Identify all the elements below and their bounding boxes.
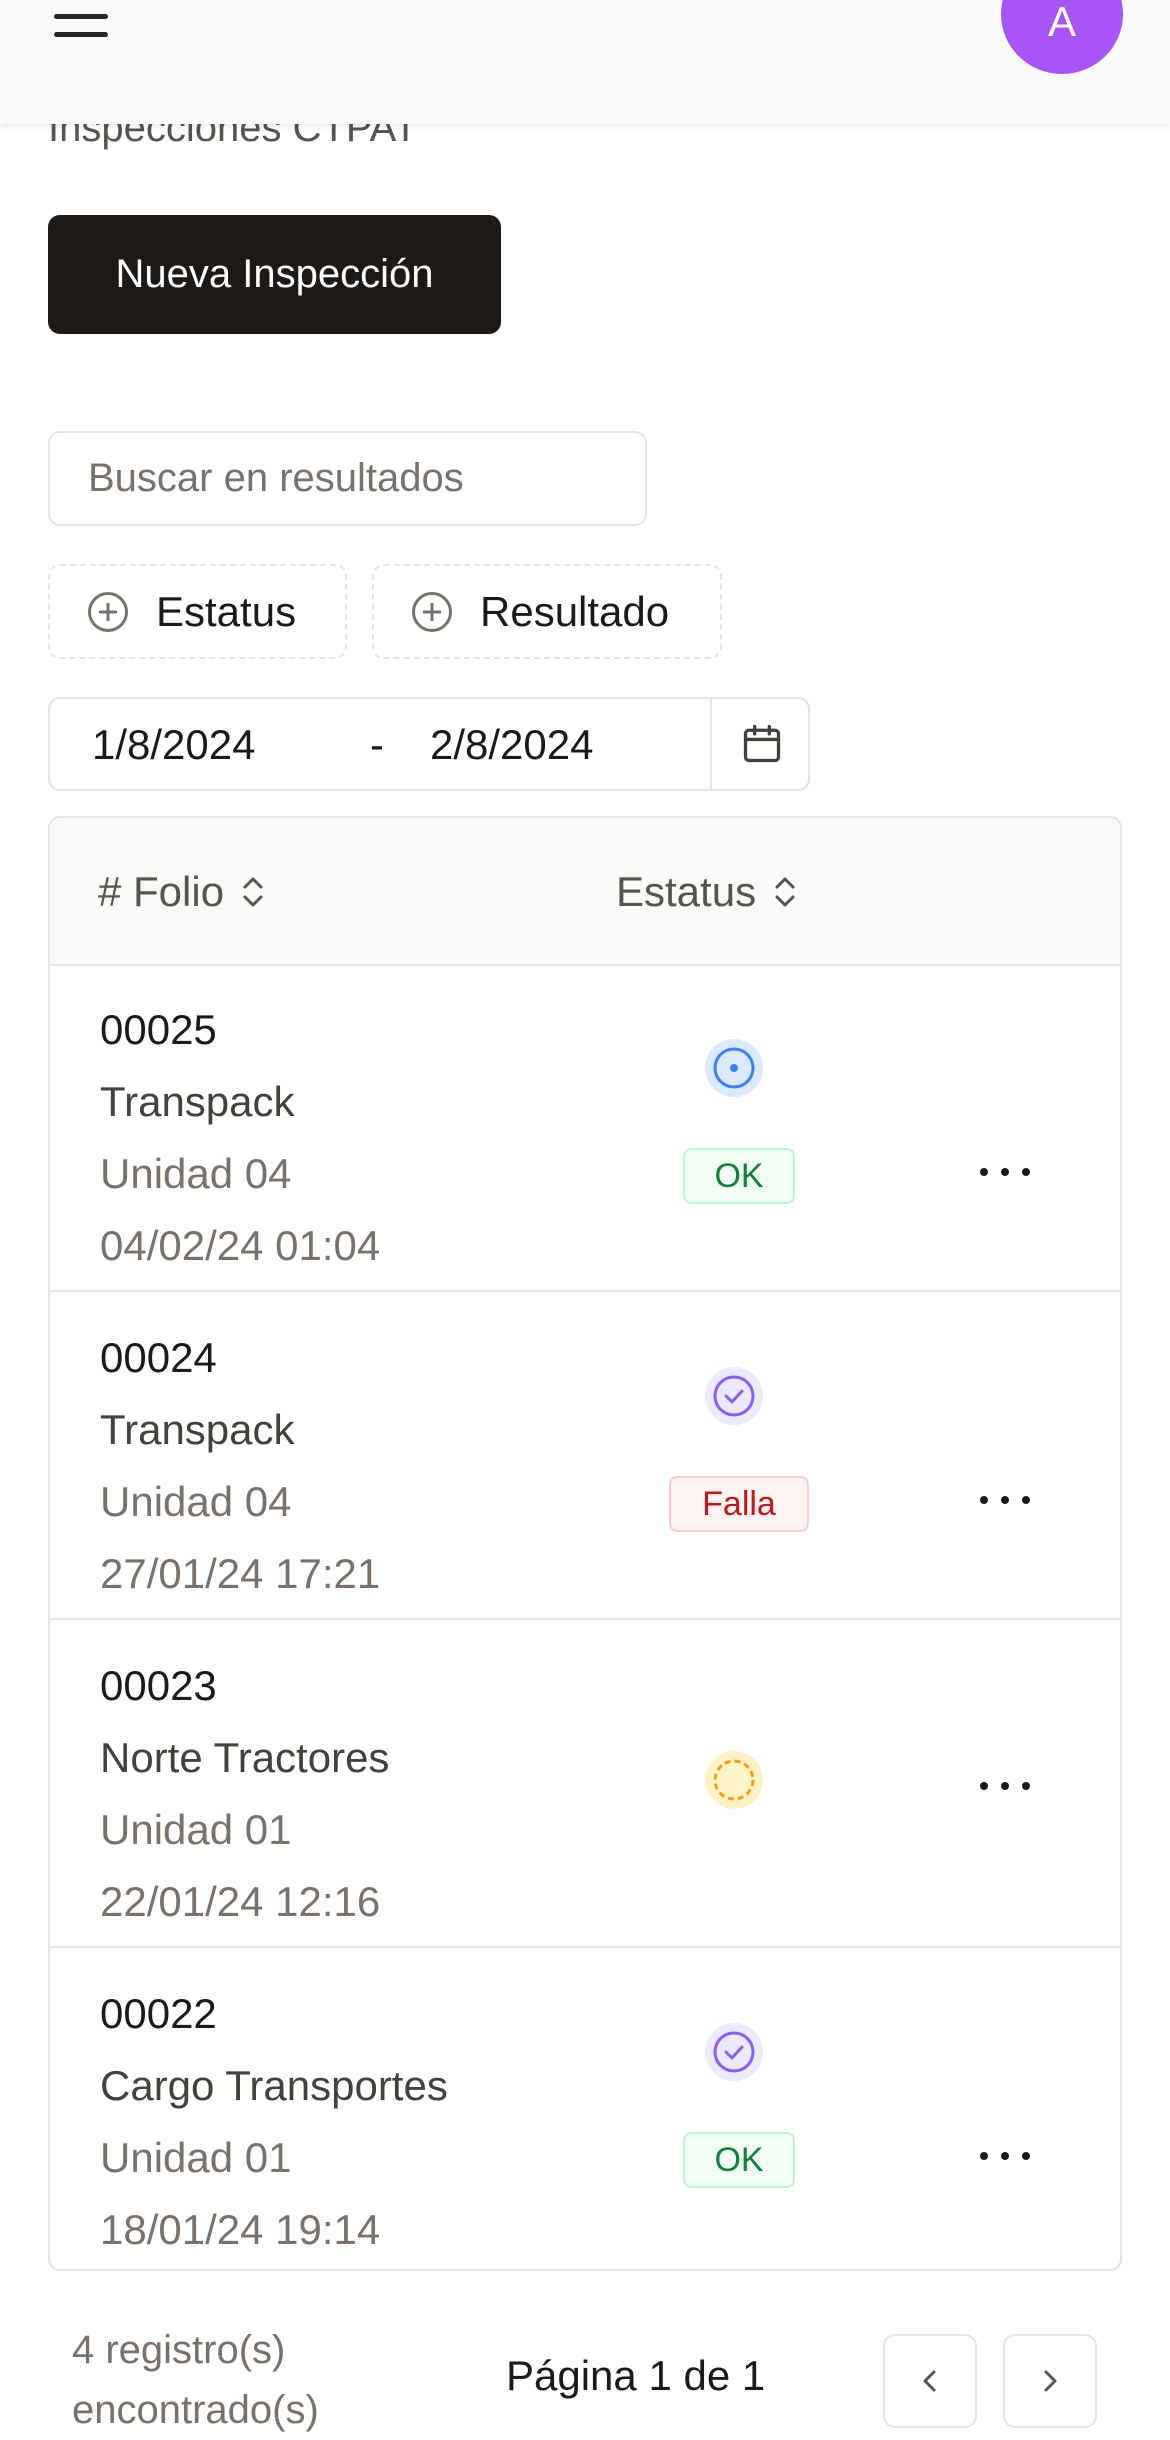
table-row[interactable]: 00025 Transpack Unidad 04 04/02/24 01:04… [50,964,1120,1292]
table-row[interactable]: 00022 Cargo Transportes Unidad 01 18/01/… [50,1948,1120,2269]
plus-circle-icon [88,591,128,632]
column-folio-label: # Folio [98,868,225,915]
result-filter-button[interactable]: Resultado [372,564,722,659]
client-name: Norte Tractores [100,1734,390,1781]
more-options-icon[interactable] [980,2141,1030,2171]
next-page-button[interactable] [1003,2334,1097,2428]
calendar-icon [743,724,781,763]
status-filter-label: Estatus [156,587,297,635]
folio-number: 00022 [100,1990,217,2037]
chevrons-up-down-icon [775,877,795,907]
result-filter-label: Resultado [480,587,670,635]
check-circle-icon [705,2023,763,2081]
chevron-left-icon [923,2370,936,2392]
column-status-label: Estatus [616,868,757,915]
records-count-line2: encontrado(s) [72,2388,319,2432]
folio-cell: 00025 Transpack Unidad 04 04/02/24 01:04 [100,994,380,1282]
folio-cell: 00024 Transpack Unidad 04 27/01/24 17:21 [100,1322,380,1610]
column-status-header[interactable]: Estatus [616,868,800,916]
unit-name: Unidad 04 [100,1150,292,1197]
result-badge: Falla [669,1476,809,1532]
avatar[interactable]: A [1001,0,1123,74]
client-name: Cargo Transportes [100,2062,448,2109]
plus-circle-icon [412,591,452,632]
unit-name: Unidad 01 [100,2134,292,2181]
records-count-line1: 4 registro(s) [72,2328,286,2372]
folio-number: 00024 [100,1334,217,1381]
client-name: Transpack [100,1406,295,1453]
unit-name: Unidad 04 [100,1478,292,1525]
inspection-date: 27/01/24 17:21 [100,1550,381,1597]
records-count: 4 registro(s) encontrado(s) [72,2320,392,2440]
chevron-right-icon [1044,2370,1057,2392]
check-circle-icon [705,1367,763,1425]
new-inspection-button[interactable]: Nueva Inspección [48,215,501,334]
date-start[interactable]: 1/8/2024 [92,721,256,769]
pending-dashed-circle-icon [705,1751,763,1809]
in-progress-circle-icon [705,1039,763,1097]
result-badge: OK [683,1148,795,1204]
unit-name: Unidad 01 [100,1806,292,1853]
inspection-date: 22/01/24 12:16 [100,1878,381,1925]
search-input[interactable] [48,431,647,526]
column-folio-header[interactable]: # Folio [98,868,268,916]
folio-number: 00023 [100,1662,217,1709]
folio-number: 00025 [100,1006,217,1053]
inspection-date: 18/01/24 19:14 [100,2206,381,2253]
folio-cell: 00022 Cargo Transportes Unidad 01 18/01/… [100,1978,448,2266]
chevrons-up-down-icon [243,877,263,907]
more-options-icon[interactable] [980,1485,1030,1515]
hamburger-menu-icon[interactable] [54,0,114,40]
date-separator: - [370,721,384,768]
status-filter-button[interactable]: Estatus [48,564,347,659]
top-bar: A [0,0,1170,124]
inspections-table: # Folio Estatus 00025 Transpack Unidad 0… [48,816,1122,2271]
calendar-button[interactable] [710,699,812,789]
table-row[interactable]: 00024 Transpack Unidad 04 27/01/24 17:21… [50,1292,1120,1620]
table-header: # Folio Estatus [50,818,1120,966]
previous-page-button[interactable] [883,2334,977,2428]
date-range-picker[interactable]: 1/8/2024 - 2/8/2024 [48,697,810,791]
table-row[interactable]: 00023 Norte Tractores Unidad 01 22/01/24… [50,1620,1120,1948]
result-badge: OK [683,2132,795,2188]
more-options-icon[interactable] [980,1157,1030,1187]
client-name: Transpack [100,1078,295,1125]
page-indicator: Página 1 de 1 [506,2352,766,2399]
folio-cell: 00023 Norte Tractores Unidad 01 22/01/24… [100,1650,389,1938]
inspection-date: 04/02/24 01:04 [100,1222,381,1269]
date-end[interactable]: 2/8/2024 [430,721,594,769]
more-options-icon[interactable] [980,1771,1030,1801]
